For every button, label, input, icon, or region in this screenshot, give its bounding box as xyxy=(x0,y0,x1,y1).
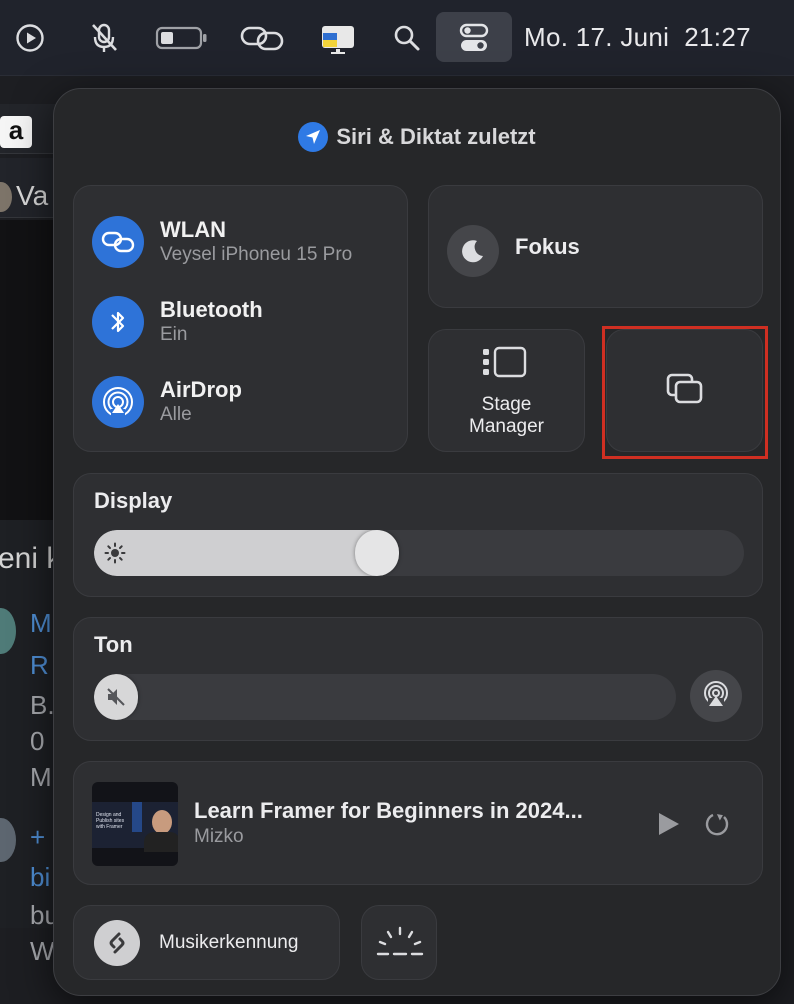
focus-label: Fokus xyxy=(515,234,580,259)
display-label: Display xyxy=(94,488,173,513)
music-recognition-label: Musikerkennung xyxy=(159,932,299,953)
airdrop-status: Alle xyxy=(160,404,192,425)
airdrop-title: AirDrop xyxy=(160,377,242,402)
menu-bar: Mo. 17. Juni 21:27 xyxy=(0,0,794,76)
thumbnail-caption: Design and Publish sites with Framer xyxy=(96,812,125,830)
wlan-network: Veysel iPhoneu 15 Pro xyxy=(160,244,353,265)
bg-link-text: bi xyxy=(30,862,51,892)
amazon-logo: a xyxy=(0,116,32,148)
connectivity-tile: WLAN Veysel iPhoneu 15 Pro Bluetooth Ein… xyxy=(73,185,408,452)
moon-icon xyxy=(447,225,499,277)
bg-text: W xyxy=(30,936,55,966)
now-playing-thumbnail: Design and Publish sites with Framer xyxy=(92,782,178,866)
sun-icon xyxy=(104,542,126,569)
link-icon[interactable] xyxy=(238,18,286,58)
control-center-icon xyxy=(458,18,490,58)
now-playing-title: Learn Framer for Beginners in 2024... xyxy=(194,798,583,823)
bluetooth-status: Ein xyxy=(160,324,188,345)
shazam-icon xyxy=(94,920,140,966)
wifi-link-icon xyxy=(92,216,144,268)
display-slider-knob[interactable] xyxy=(355,530,399,576)
display-slider-fill xyxy=(94,530,377,576)
siri-recent-label: Siri & Diktat zuletzt xyxy=(336,124,536,149)
location-arrow-icon xyxy=(298,122,329,152)
stage-manager-toggle[interactable]: Stage Manager xyxy=(428,329,585,452)
now-playing-tile[interactable]: Design and Publish sites with Framer Lea… xyxy=(73,761,763,885)
bg-text: B. xyxy=(30,690,55,720)
stage-manager-label: Stage Manager xyxy=(429,394,584,438)
bg-link-text: M xyxy=(30,608,52,638)
siri-recent-header[interactable]: Siri & Diktat zuletzt xyxy=(54,119,780,155)
play-icon[interactable] xyxy=(654,810,682,843)
now-playing-artist: Mizko xyxy=(194,826,244,847)
sound-label: Ton xyxy=(94,632,133,657)
volume-slider-knob[interactable] xyxy=(94,674,138,720)
bg-link-text: R xyxy=(30,650,49,680)
bg-text: Va xyxy=(16,180,49,211)
wlan-title: WLAN xyxy=(160,217,226,242)
bg-text: 0 xyxy=(30,726,45,756)
display-tile: Display xyxy=(73,473,763,597)
control-center-panel: Siri & Diktat zuletzt WLAN Veysel iPhone… xyxy=(53,88,781,996)
airdrop-toggle[interactable]: AirDrop Alle xyxy=(92,374,242,430)
bg-link-text: + xyxy=(30,822,46,852)
sound-tile: Ton xyxy=(73,617,763,741)
keyboard-brightness-icon xyxy=(376,926,424,965)
music-recognition-button[interactable]: Musikerkennung xyxy=(73,905,340,980)
airdrop-icon xyxy=(92,376,144,428)
play-circle-icon[interactable] xyxy=(14,18,46,58)
screen-mirroring-highlight xyxy=(602,326,768,459)
airplay-audio-icon xyxy=(701,679,731,714)
menu-bar-clock[interactable]: Mo. 17. Juni 21:27 xyxy=(524,19,751,55)
battery-icon[interactable] xyxy=(154,18,210,58)
focus-tile[interactable]: Fokus xyxy=(428,185,763,308)
replay-icon[interactable] xyxy=(704,810,732,843)
bluetooth-toggle[interactable]: Bluetooth Ein xyxy=(92,294,263,350)
keyboard-layout-icon[interactable] xyxy=(318,18,358,58)
bg-text: M xyxy=(30,762,52,792)
speaker-muted-icon xyxy=(105,686,127,713)
stage-manager-icon xyxy=(481,346,529,385)
mic-muted-icon[interactable] xyxy=(88,18,120,58)
bluetooth-title: Bluetooth xyxy=(160,297,263,322)
stage-manager-label-line1: Stage xyxy=(481,394,532,415)
keyboard-brightness-button[interactable] xyxy=(361,905,437,980)
search-icon[interactable] xyxy=(392,18,422,58)
airplay-audio-button[interactable] xyxy=(690,670,742,722)
stage-manager-label-line2: Manager xyxy=(469,416,544,437)
wlan-toggle[interactable]: WLAN Veysel iPhoneu 15 Pro xyxy=(92,214,352,270)
display-brightness-slider[interactable] xyxy=(94,530,744,576)
volume-slider[interactable] xyxy=(94,674,676,720)
bluetooth-icon xyxy=(92,296,144,348)
